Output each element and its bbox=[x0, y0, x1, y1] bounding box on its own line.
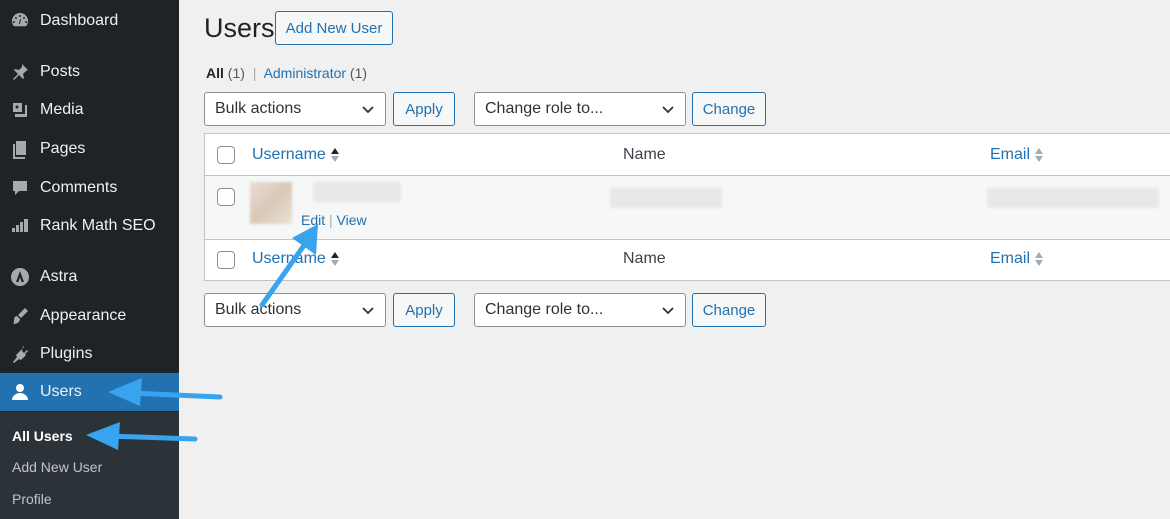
filter-all-count: (1) bbox=[227, 65, 245, 81]
main-content: Users Add New User All (1) | Administrat… bbox=[179, 0, 1170, 519]
table-row: Edit | View bbox=[205, 176, 1170, 240]
sort-icon bbox=[330, 252, 339, 266]
submenu-item-add-new-user[interactable]: Add New User bbox=[12, 459, 102, 475]
user-role-filters: All (1) | Administrator (1) bbox=[206, 65, 367, 81]
apply-button-bottom[interactable]: Apply bbox=[393, 293, 455, 327]
change-role-value: Change role to... bbox=[485, 100, 604, 117]
page-title: Users bbox=[204, 13, 275, 43]
view-user-link[interactable]: View bbox=[337, 212, 367, 228]
chevron-down-icon bbox=[362, 106, 374, 114]
sidebar-item-label: Appearance bbox=[40, 307, 127, 324]
redacted-email[interactable] bbox=[987, 188, 1159, 208]
plugin-icon bbox=[0, 344, 40, 364]
filter-administrator-count: (1) bbox=[349, 65, 368, 81]
sidebar-item-label: Posts bbox=[40, 63, 81, 80]
sidebar-item-label: Rank Math SEO bbox=[40, 217, 156, 234]
row-actions-separator: | bbox=[329, 212, 333, 228]
admin-sidebar: Dashboard Posts Media Pages Comments Ran… bbox=[0, 0, 179, 519]
avatar bbox=[250, 182, 292, 224]
sidebar-item-plugins[interactable]: Plugins bbox=[0, 335, 179, 373]
users-table: Username Name Email Edit | View Username… bbox=[204, 133, 1170, 281]
filter-separator: | bbox=[252, 65, 257, 81]
apply-button[interactable]: Apply bbox=[393, 92, 455, 126]
select-all-checkbox-footer[interactable] bbox=[217, 251, 235, 269]
column-email-label: Email bbox=[990, 146, 1031, 163]
sort-icon bbox=[1035, 252, 1044, 266]
media-icon bbox=[0, 100, 40, 120]
sidebar-item-appearance[interactable]: Appearance bbox=[0, 297, 179, 335]
rank-math-icon bbox=[0, 216, 40, 236]
table-header-row: Username Name Email bbox=[205, 134, 1170, 176]
add-new-user-button[interactable]: Add New User bbox=[275, 11, 393, 45]
sidebar-item-astra[interactable]: Astra bbox=[0, 258, 179, 296]
redacted-username[interactable] bbox=[313, 182, 401, 202]
astra-icon bbox=[0, 267, 40, 287]
bulk-actions-value: Bulk actions bbox=[215, 100, 302, 117]
pages-icon bbox=[0, 139, 40, 159]
sidebar-item-dashboard[interactable]: Dashboard bbox=[0, 2, 179, 40]
select-all-checkbox[interactable] bbox=[217, 146, 235, 164]
sidebar-item-label: Pages bbox=[40, 140, 86, 157]
sidebar-item-label: Users bbox=[40, 383, 82, 400]
dashboard-icon bbox=[0, 11, 40, 31]
sidebar-item-label: Media bbox=[40, 101, 84, 118]
change-role-value: Change role to... bbox=[485, 301, 604, 318]
edit-user-link[interactable]: Edit bbox=[301, 212, 325, 228]
column-name-footer: Name bbox=[623, 250, 666, 267]
change-role-select[interactable]: Change role to... bbox=[474, 92, 686, 126]
pin-icon bbox=[0, 62, 40, 82]
redacted-name bbox=[610, 188, 722, 208]
column-username[interactable]: Username bbox=[252, 146, 340, 164]
filter-all[interactable]: All bbox=[206, 65, 224, 81]
sidebar-item-label: Plugins bbox=[40, 345, 93, 362]
change-role-select-bottom[interactable]: Change role to... bbox=[474, 293, 686, 327]
sidebar-item-label: Astra bbox=[40, 268, 78, 285]
bulk-actions-value: Bulk actions bbox=[215, 301, 302, 318]
submenu-item-all-users[interactable]: All Users bbox=[12, 428, 73, 444]
column-name: Name bbox=[623, 146, 666, 163]
sort-icon bbox=[1035, 148, 1044, 162]
sidebar-item-pages[interactable]: Pages bbox=[0, 130, 179, 168]
sidebar-item-rank-math-seo[interactable]: Rank Math SEO bbox=[0, 207, 179, 245]
sidebar-item-comments[interactable]: Comments bbox=[0, 169, 179, 207]
sort-icon bbox=[330, 148, 339, 162]
bulk-actions-select[interactable]: Bulk actions bbox=[204, 92, 386, 126]
column-username-label: Username bbox=[252, 250, 326, 267]
comment-icon bbox=[0, 178, 40, 198]
column-email-label: Email bbox=[990, 250, 1031, 267]
table-footer-row: Username Name Email bbox=[205, 240, 1170, 280]
sidebar-item-label: Dashboard bbox=[40, 12, 119, 29]
sidebar-item-media[interactable]: Media bbox=[0, 91, 179, 129]
filter-administrator[interactable]: Administrator bbox=[264, 65, 346, 81]
bulk-actions-select-bottom[interactable]: Bulk actions bbox=[204, 293, 386, 327]
brush-icon bbox=[0, 306, 40, 326]
column-email[interactable]: Email bbox=[990, 146, 1044, 164]
sidebar-item-posts[interactable]: Posts bbox=[0, 53, 179, 91]
row-checkbox[interactable] bbox=[217, 188, 235, 206]
sidebar-item-label: Comments bbox=[40, 179, 118, 196]
change-role-button-bottom[interactable]: Change bbox=[692, 293, 766, 327]
column-username-footer[interactable]: Username bbox=[252, 250, 340, 268]
column-username-label: Username bbox=[252, 146, 326, 163]
chevron-down-icon bbox=[662, 307, 674, 315]
chevron-down-icon bbox=[662, 106, 674, 114]
change-role-button[interactable]: Change bbox=[692, 92, 766, 126]
chevron-down-icon bbox=[362, 307, 374, 315]
column-email-footer[interactable]: Email bbox=[990, 250, 1044, 268]
users-submenu: All Users Add New User Profile bbox=[0, 412, 179, 519]
row-actions: Edit | View bbox=[301, 212, 367, 228]
sidebar-item-users[interactable]: Users bbox=[0, 373, 179, 411]
submenu-item-profile[interactable]: Profile bbox=[12, 491, 52, 507]
user-icon bbox=[0, 382, 40, 402]
